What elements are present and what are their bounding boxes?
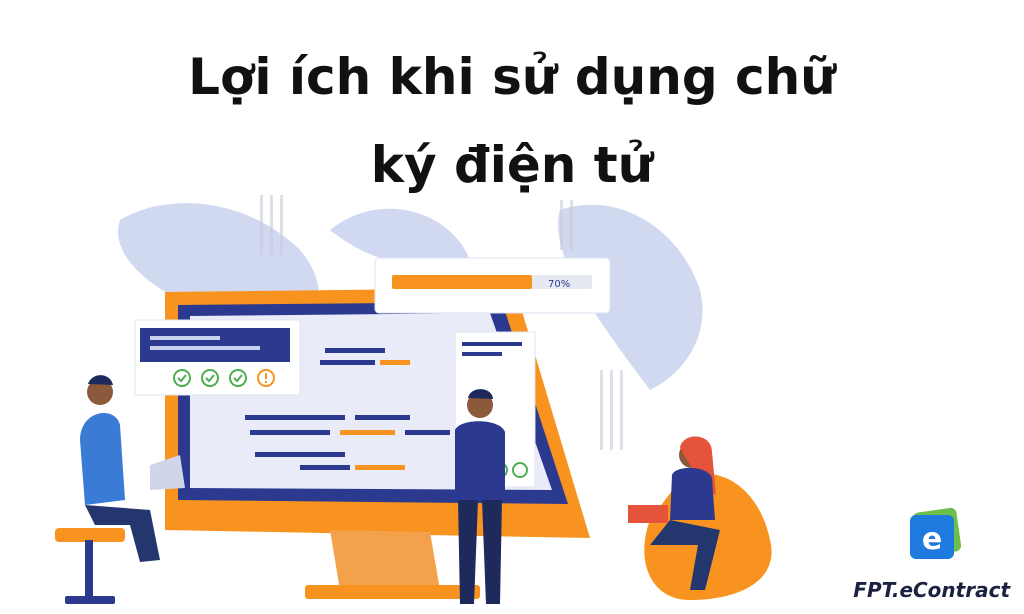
progress-fill (392, 275, 532, 289)
person-right (628, 436, 772, 600)
e-letter-glyph: e (922, 522, 942, 557)
brand-name: FPT.eContract (853, 578, 1010, 602)
progress-label: 70% (548, 279, 570, 290)
illustration: 70% e (55, 195, 962, 604)
progress-card: 70% (374, 257, 611, 314)
e-letter-icon: e (910, 507, 962, 559)
checklist-card (134, 319, 301, 396)
